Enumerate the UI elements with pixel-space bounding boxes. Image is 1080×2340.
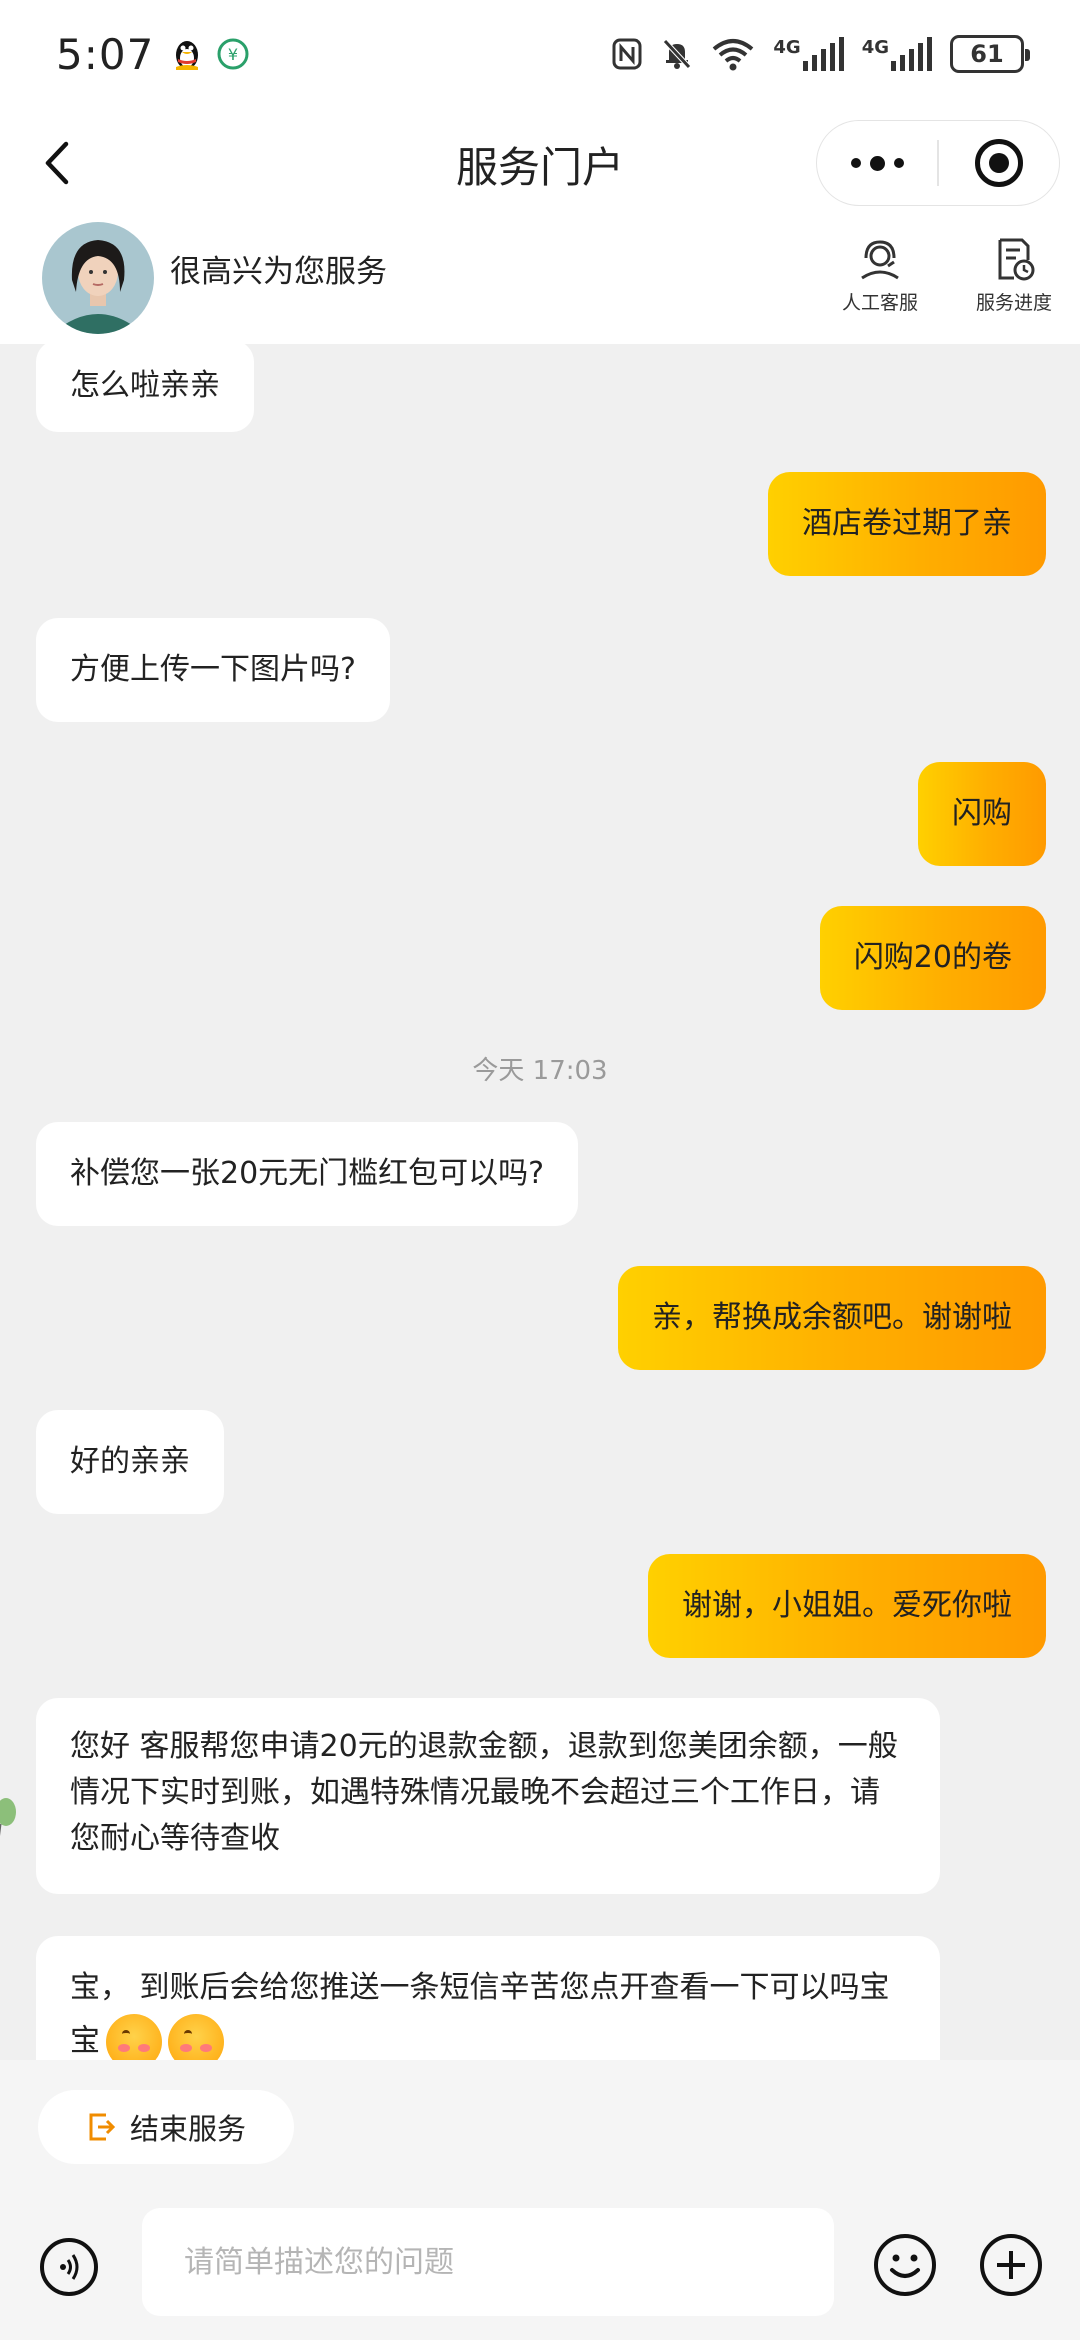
blushing-face-emoji-icon xyxy=(168,2014,224,2060)
message-agent-long: 您好 客服帮您申请20元的退款金额，退款到您美团余额，一般情况下实时到账，如遇特… xyxy=(36,1698,940,1894)
message-agent: 怎么啦亲亲 xyxy=(36,344,254,432)
message-agent: 好的亲亲 xyxy=(36,1410,224,1514)
timestamp-label: 今天 17:03 xyxy=(472,1056,608,1086)
plus-icon xyxy=(997,2251,1025,2279)
service-progress-label: 服务进度 xyxy=(976,292,1053,314)
message-user: 酒店卷过期了亲 xyxy=(768,472,1046,576)
message-user: 谢谢，小姐姐。爱死你啦 xyxy=(648,1554,1046,1658)
agent-avatar xyxy=(42,222,154,334)
svg-text:¥: ¥ xyxy=(228,45,238,64)
end-service-label: 结束服务 xyxy=(129,2112,246,2146)
greeting-text: 很高兴为您服务 xyxy=(170,254,387,290)
signal-bars-icon xyxy=(891,37,932,71)
message-agent-sms: 宝， 到账后会给您推送一条短信辛苦您点开查看一下可以吗宝宝 xyxy=(36,1936,940,2060)
voice-icon xyxy=(60,2254,79,2280)
message-agent: 补偿您一张20元无门槛红包可以吗? xyxy=(36,1122,579,1226)
emoji-button[interactable] xyxy=(874,2234,936,2296)
sticker-fragment-icon xyxy=(0,1798,16,1837)
status-bar: 5:07 ¥ 4G 4G 61 xyxy=(0,0,1080,108)
bottom-panel: 结束服务 xyxy=(0,2060,1080,2340)
message-user: 亲，帮换成余额吧。谢谢啦 xyxy=(618,1266,1046,1370)
agent-icon xyxy=(861,240,899,280)
voice-input-button[interactable] xyxy=(40,2238,98,2296)
message-agent: 方便上传一下图片吗? xyxy=(36,618,390,722)
smiley-icon xyxy=(890,2254,920,2278)
message-input[interactable] xyxy=(142,2208,834,2316)
mute-bell-icon xyxy=(663,39,692,69)
exit-icon xyxy=(89,2113,116,2141)
close-button[interactable] xyxy=(939,139,1060,187)
signal-4g-1: 4G xyxy=(773,37,844,71)
more-button[interactable] xyxy=(817,121,937,205)
end-service-button[interactable]: 结束服务 xyxy=(38,2090,294,2164)
status-time: 5:07 xyxy=(56,29,155,79)
chat-area[interactable]: 怎么啦亲亲 酒店卷过期了亲 方便上传一下图片吗? 闪购 闪购20的卷 今天 17… xyxy=(0,344,1080,2060)
service-header: 很高兴为您服务 人工客服 服务进度 xyxy=(0,220,1080,344)
message-user: 闪购20的卷 xyxy=(819,906,1046,1010)
input-row xyxy=(0,2208,1080,2320)
message-user: 闪购 xyxy=(918,762,1046,866)
battery-indicator: 61 xyxy=(950,35,1030,73)
mini-program-capsule xyxy=(816,120,1060,206)
nfc-icon xyxy=(612,38,642,70)
human-agent-button[interactable]: 人工客服 xyxy=(842,236,918,315)
signal-bars-icon xyxy=(802,37,844,71)
wifi-icon xyxy=(713,39,754,71)
signal-4g-2: 4G xyxy=(862,37,932,71)
blushing-face-emoji-icon xyxy=(106,2014,162,2060)
progress-doc-icon xyxy=(998,238,1035,281)
nav-bar: 服务门户 xyxy=(0,108,1080,220)
penguin-icon xyxy=(176,41,199,70)
human-agent-label: 人工客服 xyxy=(842,292,919,314)
yuan-app-icon: ¥ xyxy=(217,38,249,70)
add-attachment-button[interactable] xyxy=(980,2234,1042,2296)
close-target-icon xyxy=(974,139,1023,187)
service-progress-button[interactable]: 服务进度 xyxy=(976,236,1052,315)
